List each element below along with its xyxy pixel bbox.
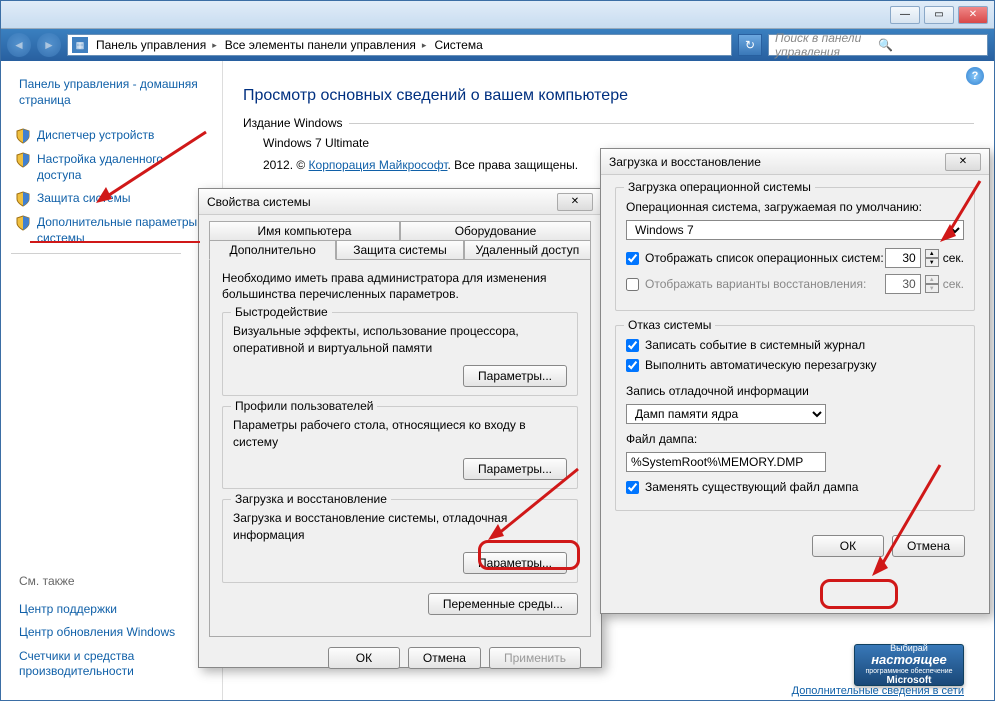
tabs-row-2: Дополнительно Защита системы Удаленный д… — [209, 240, 591, 260]
sidebar-home-link[interactable]: Панель управления - домашняя страница — [11, 77, 214, 108]
microsoft-link[interactable]: Корпорация Майкрософт — [309, 158, 448, 172]
performance-desc: Визуальные эффекты, использование процес… — [233, 323, 567, 357]
show-recovery-checkbox[interactable] — [626, 278, 639, 291]
breadcrumb-item[interactable]: Все элементы панели управления — [221, 38, 431, 52]
show-os-list-label: Отображать список операционных систем: — [645, 251, 884, 265]
shield-icon — [15, 191, 31, 207]
control-panel-icon: ▦ — [72, 37, 88, 53]
minimize-button[interactable]: — — [890, 6, 920, 24]
see-also-label: См. также — [11, 574, 211, 588]
annotation-arrow — [940, 176, 990, 246]
dialog-button-row: ОК Отмена Применить — [209, 637, 591, 669]
profiles-title: Профили пользователей — [231, 399, 377, 413]
admin-note: Необходимо иметь права администратора дл… — [222, 271, 578, 302]
annotation-line — [30, 241, 200, 243]
maximize-button[interactable]: ▭ — [924, 6, 954, 24]
system-failure-title: Отказ системы — [624, 318, 715, 332]
tab-computer-name[interactable]: Имя компьютера — [209, 221, 400, 241]
footer-link-windows-update[interactable]: Центр обновления Windows — [11, 621, 211, 645]
help-icon[interactable]: ? — [966, 67, 984, 85]
close-button[interactable]: ✕ — [958, 6, 988, 24]
performance-group: Быстродействие Визуальные эффекты, испол… — [222, 312, 578, 396]
default-os-select[interactable]: Windows 7 — [626, 220, 964, 240]
seconds-label: сек. — [943, 277, 964, 291]
ok-button[interactable]: ОК — [328, 647, 400, 669]
dump-file-input[interactable] — [626, 452, 826, 472]
dialog-titlebar[interactable]: Загрузка и восстановление ✕ — [601, 149, 989, 175]
shield-icon — [15, 152, 31, 168]
footer-link-perf-tools[interactable]: Счетчики и средства производительности — [11, 645, 211, 684]
edition-legend: Издание Windows — [243, 116, 349, 130]
system-startup-title: Загрузка операционной системы — [624, 180, 815, 194]
shield-icon — [15, 215, 31, 231]
sidebar-footer: См. также Центр поддержки Центр обновлен… — [11, 574, 211, 684]
genuine-microsoft-badge[interactable]: Выбирай настоящее программное обеспечени… — [854, 644, 964, 686]
breadcrumb[interactable]: ▦ Панель управления Все элементы панели … — [67, 34, 732, 56]
default-os-label: Операционная система, загружаемая по умо… — [626, 200, 964, 214]
write-event-label: Записать событие в системный журнал — [645, 338, 865, 352]
write-event-checkbox[interactable] — [626, 339, 639, 352]
search-icon: 🔍 — [878, 38, 981, 52]
system-properties-dialog: Свойства системы ✕ Имя компьютера Оборуд… — [198, 188, 602, 668]
show-os-list-checkbox[interactable] — [626, 252, 639, 265]
tab-hardware[interactable]: Оборудование — [400, 221, 591, 241]
profiles-desc: Параметры рабочего стола, относящиеся ко… — [233, 417, 567, 451]
search-placeholder: Поиск в панели управления — [775, 31, 878, 59]
window-titlebar: — ▭ ✕ — [1, 1, 994, 29]
tab-advanced[interactable]: Дополнительно — [209, 240, 336, 260]
shield-icon — [15, 128, 31, 144]
back-button[interactable]: ◄ — [7, 33, 31, 57]
dialog-close-button[interactable]: ✕ — [945, 153, 981, 171]
spinner-buttons[interactable]: ▲▼ — [925, 249, 939, 267]
show-recovery-row: Отображать варианты восстановления: ▲▼ с… — [626, 274, 964, 294]
system-startup-group: Загрузка операционной системы Операционн… — [615, 187, 975, 311]
annotation-arrow — [488, 464, 588, 544]
auto-restart-label: Выполнить автоматическую перезагрузку — [645, 358, 877, 372]
tabs-row-1: Имя компьютера Оборудование — [209, 221, 591, 241]
footer-link-action-center[interactable]: Центр поддержки — [11, 598, 211, 622]
sidebar-link-advanced[interactable]: Дополнительные параметры системы — [11, 211, 214, 250]
annotation-highlight — [478, 540, 580, 570]
show-os-list-row: Отображать список операционных систем: ▲… — [626, 248, 964, 268]
auto-restart-checkbox[interactable] — [626, 359, 639, 372]
tab-remote[interactable]: Удаленный доступ — [464, 240, 591, 260]
cancel-button[interactable]: Отмена — [408, 647, 481, 669]
os-list-seconds-input[interactable] — [885, 248, 921, 268]
breadcrumb-item[interactable]: Панель управления — [92, 38, 221, 52]
dump-file-label: Файл дампа: — [626, 432, 964, 446]
apply-button[interactable]: Применить — [489, 647, 581, 669]
dialog-title: Свойства системы — [207, 195, 557, 209]
search-input[interactable]: Поиск в панели управления 🔍 — [768, 34, 988, 56]
env-vars-button[interactable]: Переменные среды... — [428, 593, 578, 615]
tab-system-protection[interactable]: Защита системы — [336, 240, 463, 260]
tab-content-advanced: Необходимо иметь права администратора дл… — [209, 259, 591, 637]
overwrite-dump-checkbox[interactable] — [626, 481, 639, 494]
performance-settings-button[interactable]: Параметры... — [463, 365, 567, 387]
debug-info-select[interactable]: Дамп памяти ядра — [626, 404, 826, 424]
startup-recovery-title: Загрузка и восстановление — [231, 492, 391, 506]
annotation-highlight — [820, 579, 898, 609]
performance-title: Быстродействие — [231, 305, 332, 319]
annotation-arrow — [870, 460, 950, 580]
forward-button[interactable]: ► — [37, 33, 61, 57]
overwrite-dump-label: Заменять существующий файл дампа — [645, 480, 858, 494]
dialog-close-button[interactable]: ✕ — [557, 193, 593, 211]
more-info-link[interactable]: Дополнительные сведения в сети — [792, 685, 964, 697]
debug-info-label: Запись отладочной информации — [626, 384, 964, 398]
seconds-label: сек. — [943, 251, 964, 265]
spinner-buttons: ▲▼ — [925, 275, 939, 293]
dialog-titlebar[interactable]: Свойства системы ✕ — [199, 189, 601, 215]
navigation-bar: ◄ ► ▦ Панель управления Все элементы пан… — [1, 29, 994, 61]
page-title: Просмотр основных сведений о вашем компь… — [243, 87, 974, 105]
dialog-title: Загрузка и восстановление — [609, 155, 945, 169]
show-recovery-label: Отображать варианты восстановления: — [645, 277, 866, 291]
refresh-button[interactable]: ↻ — [738, 34, 762, 56]
annotation-arrow — [96, 127, 216, 207]
recovery-seconds-input — [885, 274, 921, 294]
breadcrumb-item[interactable]: Система — [430, 38, 492, 52]
